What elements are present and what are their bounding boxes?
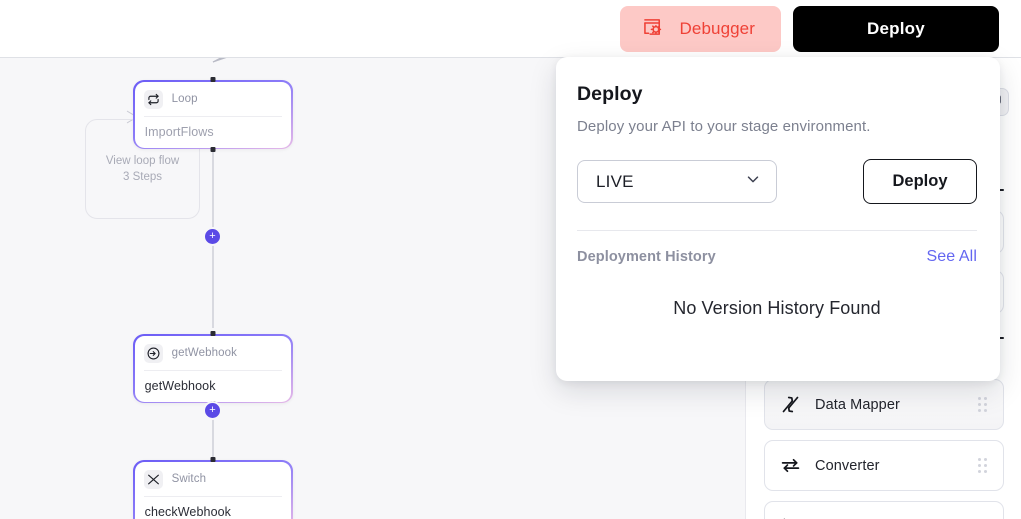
chevron-down-icon (744, 170, 762, 193)
node-handle-top (210, 457, 216, 462)
popover-title: Deploy (577, 83, 643, 105)
node-name-label: getWebhook (144, 378, 216, 393)
stage-select[interactable]: LIVE (577, 160, 777, 203)
add-step-button[interactable]: + (205, 229, 220, 244)
palette-item-converter[interactable]: Converter (764, 440, 1004, 491)
popover-subtitle: Deploy your API to your stage environmen… (577, 118, 871, 135)
top-header-bar: Debugger Deploy (0, 0, 1021, 58)
popover-action-row: LIVE Deploy (577, 159, 977, 204)
add-step-button[interactable]: + (205, 403, 220, 418)
stage-select-value: LIVE (596, 171, 634, 191)
debugger-button[interactable]: Debugger (619, 5, 781, 52)
palette-item-label: Converter (815, 457, 880, 474)
deployment-history-header: Deployment History See All (577, 248, 977, 266)
loop-icon (143, 89, 163, 109)
data-mapper-icon (779, 394, 801, 415)
loop-subflow-line2: 3 Steps (123, 171, 162, 183)
loop-subflow-line1: View loop flow (105, 155, 180, 167)
node-handle-top (210, 331, 216, 336)
deployment-history-label: Deployment History (577, 249, 716, 265)
flow-node-getwebhook[interactable]: getWebhook getWebhook (133, 331, 293, 407)
node-type-label: getWebhook (171, 347, 237, 360)
debugger-button-label: Debugger (679, 18, 755, 38)
palette-item-label: Data Mapper (815, 396, 900, 413)
see-all-link[interactable]: See All (926, 248, 977, 266)
palette-item-partial[interactable] (764, 501, 1004, 519)
bug-window-icon (642, 16, 664, 41)
node-type-label: Loop (171, 93, 198, 106)
converter-icon (779, 455, 801, 476)
popover-divider (577, 230, 977, 231)
palette-item-data-mapper[interactable]: Data Mapper (764, 379, 1004, 430)
node-handle-bottom (210, 147, 216, 153)
empty-history-message: No Version History Found (673, 298, 881, 318)
webhook-arrow-icon (143, 343, 163, 363)
node-type-label: Switch (171, 473, 207, 486)
flow-node-loop[interactable]: Loop ImportFlows (133, 77, 293, 153)
switch-icon (143, 469, 163, 489)
drag-handle-icon[interactable] (978, 458, 989, 473)
popover-deploy-button[interactable]: Deploy (863, 159, 977, 204)
flow-node-switch[interactable]: Switch checkWebhook (133, 457, 293, 519)
deploy-popover: Deploy Deploy your API to your stage env… (556, 57, 1000, 381)
deploy-button[interactable]: Deploy (793, 5, 999, 52)
drag-handle-icon[interactable] (978, 397, 989, 412)
node-handle-top (210, 77, 216, 82)
node-name-label: ImportFlows (144, 124, 214, 139)
node-name-label: checkWebhook (144, 504, 232, 519)
